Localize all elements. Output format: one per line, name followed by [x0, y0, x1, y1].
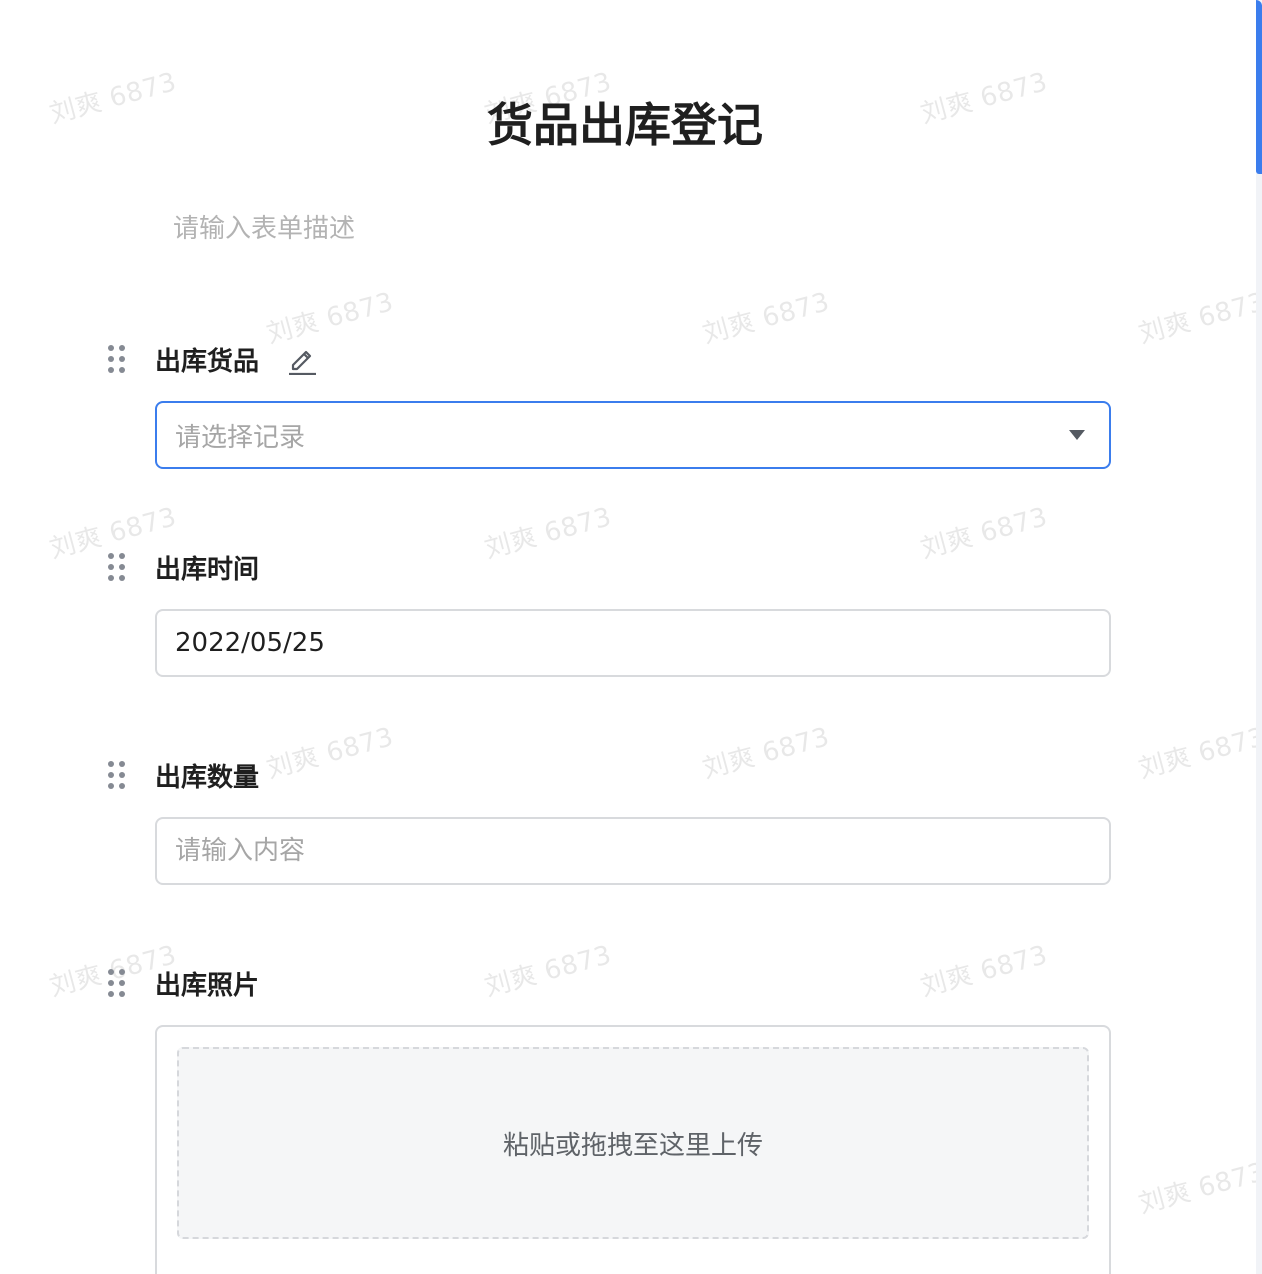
form-editor-page: 刘爽 6873 刘爽 6873 刘爽 6873 刘爽 6873 刘爽 6873 刘爽 68…	[0, 0, 1262, 1274]
watermark-text: 刘爽 6873	[699, 722, 833, 785]
drag-handle-icon[interactable]	[108, 968, 130, 998]
drag-handle-icon[interactable]	[108, 344, 130, 374]
scrollbar-thumb[interactable]	[1256, 0, 1262, 174]
goods-select-placeholder: 请选择记录	[175, 422, 306, 453]
field-label-goods: 出库货品	[155, 346, 260, 377]
field-label-time: 出库时间	[155, 554, 260, 585]
drag-handle-icon[interactable]	[108, 552, 130, 582]
field-header-time: 出库时间	[108, 547, 259, 587]
watermark-text: 刘爽 6873	[263, 722, 397, 785]
upload-dropzone[interactable]: 粘贴或拖拽至这里上传	[177, 1047, 1089, 1239]
dropzone-text: 粘贴或拖拽至这里上传	[502, 1130, 763, 1161]
watermark-text: 刘爽 6873	[917, 502, 1051, 565]
field-label-photo: 出库照片	[155, 970, 260, 1001]
field-header-goods: 出库货品	[108, 339, 319, 379]
goods-record-select[interactable]: 请选择记录	[155, 401, 1111, 469]
watermark-text: 刘爽 6873	[1135, 287, 1262, 350]
quantity-input[interactable]	[157, 819, 1109, 883]
field-header-photo: 出库照片	[108, 963, 259, 1003]
watermark-text: 刘爽 6873	[1135, 722, 1262, 785]
date-field-wrapper	[155, 609, 1111, 677]
scrollbar-track[interactable]	[1256, 0, 1262, 1274]
watermark-text: 刘爽 6873	[1135, 1157, 1262, 1220]
form-title[interactable]: 货品出库登记	[0, 92, 1250, 158]
photo-upload-box: 粘贴或拖拽至这里上传	[155, 1025, 1111, 1274]
watermark-text: 刘爽 6873	[699, 287, 833, 350]
watermark-text: 刘爽 6873	[481, 940, 615, 1003]
field-header-quantity: 出库数量	[108, 755, 259, 795]
drag-handle-icon[interactable]	[108, 760, 130, 790]
quantity-field-wrapper	[155, 817, 1111, 885]
field-label-quantity: 出库数量	[155, 762, 260, 793]
watermark-text: 刘爽 6873	[481, 502, 615, 565]
caret-down-icon[interactable]	[1069, 430, 1085, 440]
form-description-input[interactable]: 请输入表单描述	[173, 208, 355, 245]
pencil-icon[interactable]	[285, 342, 319, 376]
outbound-date-input[interactable]	[157, 611, 1109, 675]
watermark-text: 刘爽 6873	[917, 940, 1051, 1003]
